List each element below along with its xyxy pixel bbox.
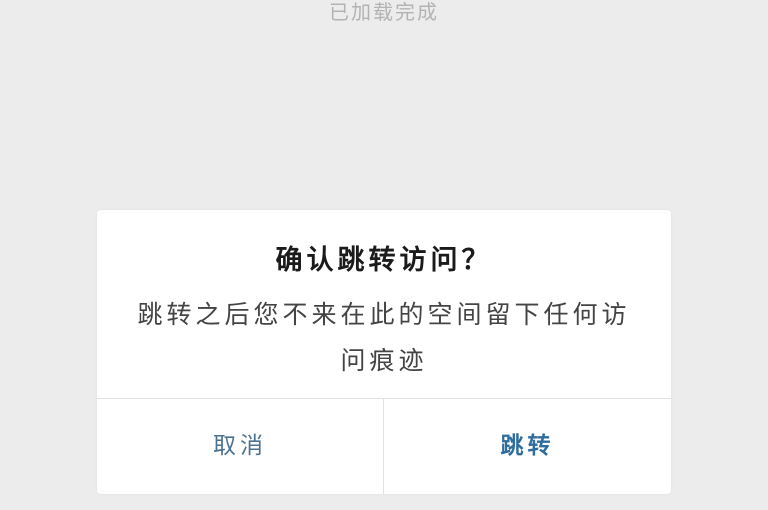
confirm-jump-button[interactable]: 跳转 [384,399,671,494]
confirm-dialog: 确认跳转访问？ 跳转之后您不来在此的空间留下任何访问痕迹 取消 跳转 [97,210,671,494]
dialog-body: 确认跳转访问？ 跳转之后您不来在此的空间留下任何访问痕迹 [97,210,671,398]
dialog-message: 跳转之后您不来在此的空间留下任何访问痕迹 [137,300,631,375]
dialog-title: 确认跳转访问？ [275,245,493,276]
background-caption: 已加载完成 [329,0,439,24]
cancel-button[interactable]: 取消 [97,399,383,494]
